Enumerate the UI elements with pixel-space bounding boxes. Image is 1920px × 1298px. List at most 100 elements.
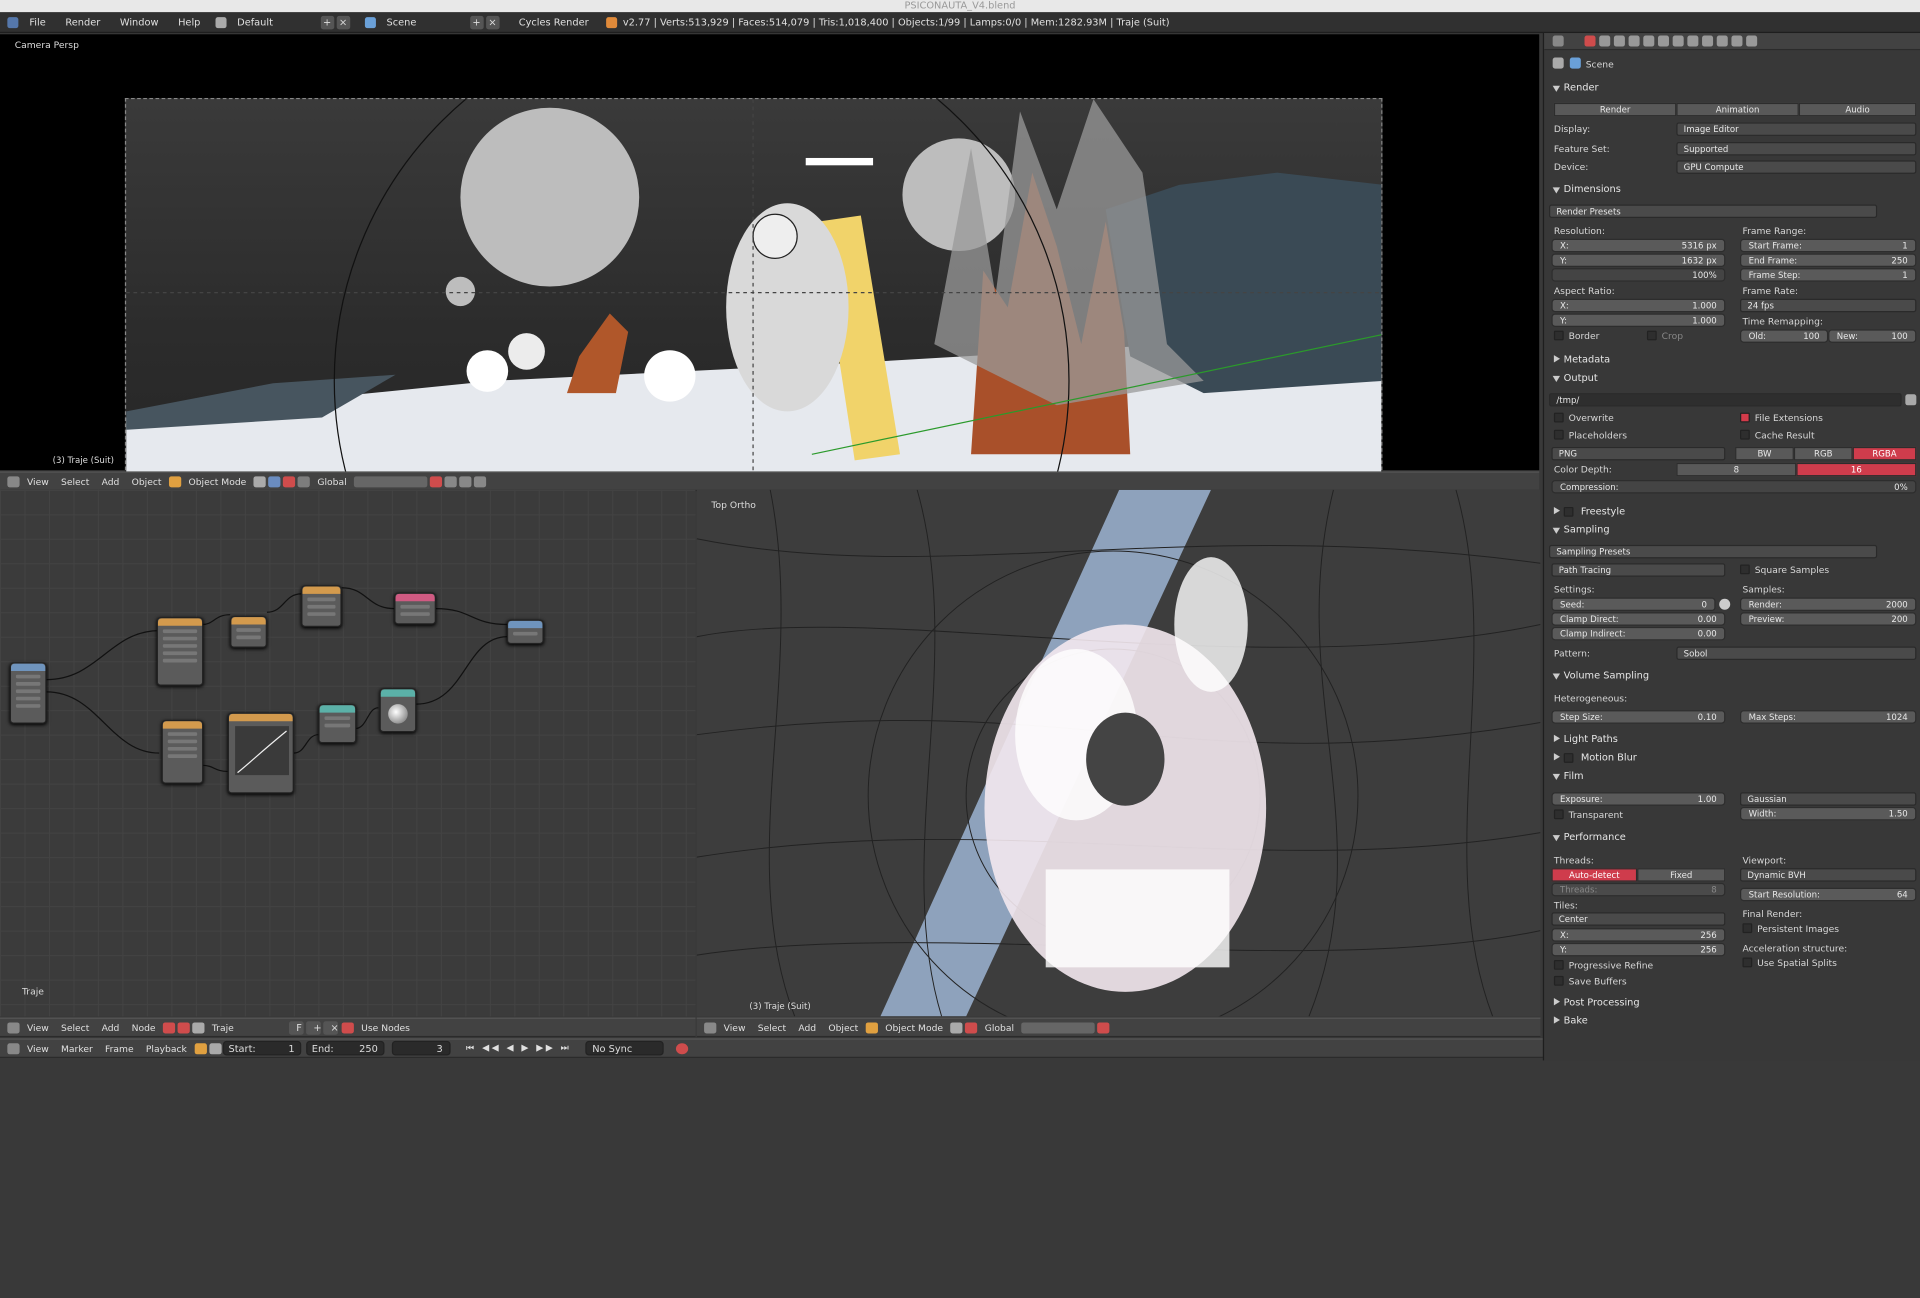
node-material-output[interactable] [506,619,544,645]
ortho-manipulator-icon[interactable] [965,1021,978,1033]
ortho-layers-grid[interactable] [1021,1021,1095,1033]
panel-post-processing[interactable]: Post Processing [1547,994,1919,1011]
sampling-presets-dropdown[interactable]: Sampling Presets [1548,544,1878,559]
menu-window[interactable]: Window [110,17,168,28]
remap-old-field[interactable]: Old: 100 [1740,329,1829,343]
start-frame-prop[interactable]: Start Frame: 1 [1740,238,1917,253]
ortho-menu-object[interactable]: Object [822,1022,864,1033]
node-mix-shader[interactable] [394,592,436,625]
placeholders-checkbox[interactable] [1553,429,1564,440]
render-tab-icon[interactable] [1584,35,1596,47]
persistent-images-checkbox[interactable] [1742,923,1753,934]
animated-seed-icon[interactable] [1719,598,1731,610]
proportional-edit-icon[interactable] [444,475,457,487]
object-tab-icon[interactable] [1643,35,1655,47]
camera-viewport[interactable]: Camera Persp (3) Traje (Suit) [0,34,1540,483]
audio-button[interactable]: Audio [1798,102,1917,117]
menu-help[interactable]: Help [168,17,210,28]
ortho-mode-dropdown[interactable]: Object Mode [879,1022,949,1033]
depth-16[interactable]: 16 [1796,462,1917,477]
render-engine-dropdown[interactable]: Cycles Render [509,17,605,28]
physics-tab-icon[interactable] [1746,35,1758,47]
shading-icon[interactable] [253,475,266,487]
depth-8[interactable]: 8 [1676,462,1797,477]
node-menu-node[interactable]: Node [125,1022,161,1033]
pattern-dropdown[interactable]: Sobol [1676,646,1917,661]
ortho-editor-type-icon[interactable] [704,1021,717,1033]
max-steps-field[interactable]: Max Steps: 1024 [1740,710,1917,724]
panel-freestyle[interactable]: Freestyle [1547,503,1919,520]
layers-grid[interactable] [354,475,428,487]
aspect-x-field[interactable]: X: 1.000 [1551,298,1726,313]
ortho-menu-view[interactable]: View [718,1022,752,1033]
end-frame-field[interactable]: End: 250 [305,1040,384,1056]
node-texcoord[interactable] [9,662,47,724]
menu-file[interactable]: File [20,17,56,28]
overwrite-checkbox[interactable] [1553,412,1564,423]
orientation-dropdown[interactable]: Global [311,476,353,487]
new-material-button[interactable]: + [306,1020,322,1035]
scene-tab-icon[interactable] [1613,35,1625,47]
tile-order-dropdown[interactable]: Center [1551,912,1726,926]
preview-samples-field[interactable]: Preview: 200 [1740,612,1917,626]
panel-dimensions[interactable]: Dimensions [1547,181,1919,198]
timeline-menu-playback[interactable]: Playback [140,1043,193,1054]
node-menu-select[interactable]: Select [55,1022,96,1033]
file-format-dropdown[interactable]: PNG [1551,446,1726,461]
border-checkbox[interactable] [1553,330,1564,341]
material-tab-icon[interactable] [1702,35,1714,47]
editor-type-icon[interactable] [7,475,20,487]
progressive-refine-checkbox[interactable] [1553,960,1564,970]
render-layer-icon[interactable] [429,475,443,487]
device-dropdown[interactable]: GPU Compute [1676,160,1917,174]
add-layout-button[interactable]: + [320,15,334,29]
fake-user-button[interactable]: F [288,1020,304,1035]
threads-auto-button[interactable]: Auto-detect [1551,868,1638,882]
panel-film[interactable]: Film [1547,768,1919,785]
freestyle-checkbox[interactable] [1563,506,1574,517]
remove-scene-button[interactable]: × [485,15,500,29]
aspect-y-field[interactable]: Y: 1.000 [1551,313,1726,327]
panel-bake[interactable]: Bake [1547,1013,1919,1030]
remove-layout-button[interactable]: × [336,15,350,29]
panel-performance[interactable]: Performance [1547,829,1919,846]
res-percent-field[interactable]: 100% [1551,268,1726,282]
output-path-field[interactable]: /tmp/ [1548,393,1902,407]
render-presets-dropdown[interactable]: Render Presets [1548,204,1878,218]
folder-icon[interactable] [1905,394,1917,406]
transparent-checkbox[interactable] [1553,809,1564,820]
node-menu-add[interactable]: Add [95,1022,125,1033]
threads-fixed-button[interactable]: Fixed [1637,868,1726,882]
seed-field[interactable]: Seed: 0 [1551,597,1716,612]
top-ortho-viewport[interactable]: Top Ortho (3) Traje (Suit) [696,489,1541,1017]
step-size-field[interactable]: Step Size: 0.10 [1551,710,1726,724]
start-resolution-field[interactable]: Start Resolution: 64 [1740,887,1917,902]
clamp-direct-field[interactable]: Clamp Direct: 0.00 [1551,612,1726,626]
node-editor-type-icon[interactable] [7,1021,20,1033]
feature-set-dropdown[interactable]: Supported [1676,142,1917,156]
square-samples-checkbox[interactable] [1740,564,1750,575]
current-frame-field[interactable]: 3 [391,1040,451,1056]
display-dropdown[interactable]: Image Editor [1676,122,1917,136]
info-editor-icon[interactable] [7,16,19,28]
ortho-menu-add[interactable]: Add [792,1022,822,1033]
node-color-ramp[interactable] [301,585,342,627]
mode-dropdown[interactable]: Object Mode [182,476,252,487]
start-frame-field[interactable]: Start: 1 [222,1040,301,1056]
data-tab-icon[interactable] [1687,35,1699,47]
mode-bw[interactable]: BW [1735,446,1794,461]
menu-object[interactable]: Object [125,476,167,487]
frame-step-prop[interactable]: Frame Step: 1 [1740,268,1917,282]
panel-render[interactable]: Render [1547,80,1919,97]
tile-y-field[interactable]: Y: 256 [1551,942,1726,957]
translate-icon[interactable] [297,475,311,487]
filter-type-dropdown[interactable]: Gaussian [1740,792,1917,806]
panel-volume-sampling[interactable]: Volume Sampling [1547,667,1919,684]
world-tab-icon[interactable] [1628,35,1640,47]
mode-rgb[interactable]: RGB [1793,446,1853,461]
node-image-texture-2[interactable] [161,720,204,784]
shader-type-icon[interactable] [162,1021,176,1033]
render-preview-icon[interactable] [474,475,487,487]
res-y-field[interactable]: Y: 1632 px [1551,253,1726,267]
cache-result-checkbox[interactable] [1740,429,1750,440]
